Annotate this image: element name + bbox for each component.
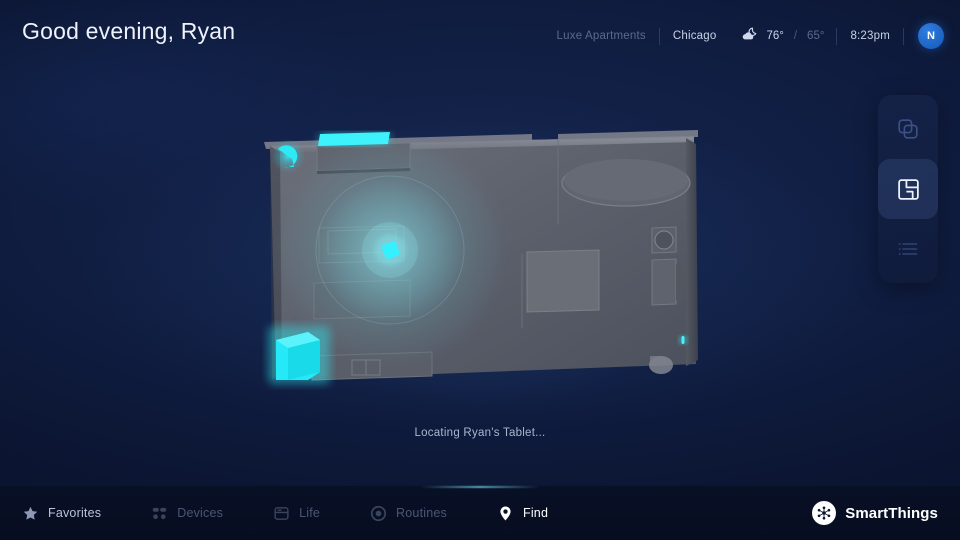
floorplan-svg[interactable] bbox=[262, 128, 702, 390]
temperature-low: 65° bbox=[807, 30, 825, 42]
find-pin-icon bbox=[497, 505, 514, 522]
location-name[interactable]: Luxe Apartments bbox=[544, 30, 659, 42]
device-list-button[interactable] bbox=[878, 219, 938, 279]
city-label: Chicago bbox=[672, 30, 717, 42]
nav-label-favorites: Favorites bbox=[48, 506, 102, 520]
list-icon bbox=[896, 237, 920, 261]
tablet-marker[interactable] bbox=[374, 234, 406, 266]
map-tool-rail bbox=[878, 95, 938, 283]
divider bbox=[903, 27, 904, 45]
layers-icon bbox=[896, 117, 920, 141]
star-icon bbox=[22, 505, 39, 522]
temperature-high: 76° bbox=[766, 30, 784, 42]
bottom-nav-items: Favorites Devices Life Routines Find bbox=[22, 505, 598, 522]
floor-object-blob-2 bbox=[650, 356, 662, 366]
nav-item-routines[interactable]: Routines bbox=[370, 505, 469, 522]
life-icon bbox=[273, 505, 290, 522]
cyan-cube-device[interactable] bbox=[268, 326, 330, 384]
floorplan-button[interactable] bbox=[878, 159, 938, 219]
nav-label-routines: Routines bbox=[396, 506, 447, 520]
app-root: Good evening, Ryan Luxe Apartments Chica… bbox=[0, 0, 960, 540]
layers-button[interactable] bbox=[878, 99, 938, 159]
avatar[interactable]: N bbox=[918, 23, 944, 49]
brand-name: SmartThings bbox=[845, 504, 938, 522]
furniture-cabinet bbox=[651, 258, 683, 306]
nav-item-devices[interactable]: Devices bbox=[151, 505, 245, 522]
floorplan[interactable] bbox=[192, 68, 772, 468]
nav-label-find: Find bbox=[522, 506, 549, 520]
header-status-cluster: Luxe Apartments Chicago 76° / 65° 8:23pm… bbox=[544, 20, 944, 52]
brand-lockup: SmartThings bbox=[812, 501, 938, 525]
furniture-round-table bbox=[561, 159, 691, 207]
cyan-light-strip[interactable] bbox=[318, 132, 390, 146]
routines-icon bbox=[370, 505, 387, 522]
cyan-blob-device[interactable] bbox=[271, 139, 305, 173]
page-title: Good evening, Ryan bbox=[22, 18, 236, 44]
nav-item-life[interactable]: Life bbox=[273, 505, 342, 522]
furniture-bed bbox=[526, 249, 600, 313]
furniture-washer bbox=[651, 226, 677, 254]
wall-sensor-dot[interactable] bbox=[678, 335, 688, 345]
header: Good evening, Ryan Luxe Apartments Chica… bbox=[0, 0, 960, 68]
map-stage[interactable]: Locating Ryan's Tablet... bbox=[0, 0, 960, 540]
cloud-moon-icon bbox=[741, 27, 758, 45]
weather-widget[interactable]: 76° / 65° bbox=[729, 27, 836, 45]
floorplan-icon bbox=[896, 177, 921, 202]
bottom-nav: Favorites Devices Life Routines Find Sma… bbox=[0, 486, 960, 540]
nav-label-life: Life bbox=[299, 506, 321, 520]
devices-icon bbox=[151, 505, 168, 522]
nav-label-devices: Devices bbox=[177, 506, 224, 520]
smartthings-logo-icon bbox=[812, 501, 837, 525]
status-text: Locating Ryan's Tablet... bbox=[414, 427, 546, 439]
nav-item-find[interactable]: Find bbox=[497, 505, 570, 522]
temperature-separator: / bbox=[793, 30, 798, 42]
nav-item-favorites[interactable]: Favorites bbox=[22, 505, 123, 522]
clock-label: 8:23pm bbox=[850, 30, 890, 42]
